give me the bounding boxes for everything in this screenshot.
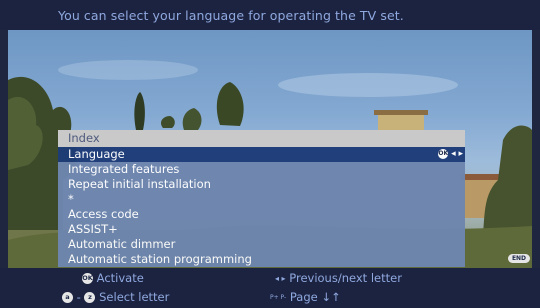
- page-key-icon: P+ P-: [270, 294, 287, 301]
- a-button-icon: a: [62, 292, 73, 303]
- menu-item-label: ASSIST+: [68, 222, 118, 236]
- menu-item-automatic-dimmer[interactable]: Automatic dimmer: [58, 237, 465, 252]
- menu-item-language[interactable]: Language OK ◂ ▸: [58, 147, 465, 162]
- ok-button-icon: OK: [82, 273, 93, 284]
- menu-item-label: *: [68, 192, 74, 206]
- menu-item-label: Repeat initial installation: [68, 177, 211, 191]
- left-right-arrows-icon: ◂ ▸: [451, 149, 463, 159]
- hint-prev-next-label: Previous/next letter: [289, 271, 402, 285]
- left-right-arrows-icon: ◂ ▸: [275, 274, 286, 283]
- index-menu: Index Language OK ◂ ▸ Integrated feature…: [58, 130, 465, 267]
- end-button-icon[interactable]: END: [508, 254, 530, 263]
- menu-item-label: Automatic station programming: [68, 252, 252, 266]
- info-bar: You can select your language for operati…: [0, 0, 540, 30]
- menu-item-label: Language: [68, 147, 125, 161]
- selected-item-hint: OK ◂ ▸: [438, 147, 463, 162]
- tv-screen: You can select your language for operati…: [0, 0, 540, 308]
- menu-title: Index: [58, 130, 465, 147]
- hint-page-label: Page ↓↑: [289, 290, 341, 304]
- hint-prev-next: ◂ ▸ Previous/next letter: [275, 271, 402, 285]
- menu-list: Language OK ◂ ▸ Integrated features Repe…: [58, 147, 465, 267]
- menu-item-label: Automatic dimmer: [68, 237, 176, 251]
- hint-page: P+ P- Page ↓↑: [270, 290, 341, 304]
- z-button-icon: z: [84, 292, 96, 303]
- menu-item-integrated-features[interactable]: Integrated features: [58, 162, 465, 177]
- menu-item-separator-star[interactable]: *: [58, 192, 465, 207]
- hint-select-letter: a - z Select letter: [62, 290, 169, 304]
- info-text: You can select your language for operati…: [58, 8, 404, 23]
- menu-item-access-code[interactable]: Access code: [58, 207, 465, 222]
- hint-activate: OK Activate: [82, 271, 144, 285]
- menu-item-label: Integrated features: [68, 162, 180, 176]
- menu-item-label: Access code: [68, 207, 139, 221]
- hint-activate-label: Activate: [96, 271, 144, 285]
- menu-item-automatic-station-programming[interactable]: Automatic station programming: [58, 252, 465, 267]
- key-hint-bar: OK Activate a - z Select letter ◂ ▸ Prev…: [0, 268, 540, 308]
- hint-select-letter-label: Select letter: [99, 290, 170, 304]
- ok-button-icon: OK: [438, 148, 449, 159]
- menu-item-assist-plus[interactable]: ASSIST+: [58, 222, 465, 237]
- menu-item-repeat-initial-installation[interactable]: Repeat initial installation: [58, 177, 465, 192]
